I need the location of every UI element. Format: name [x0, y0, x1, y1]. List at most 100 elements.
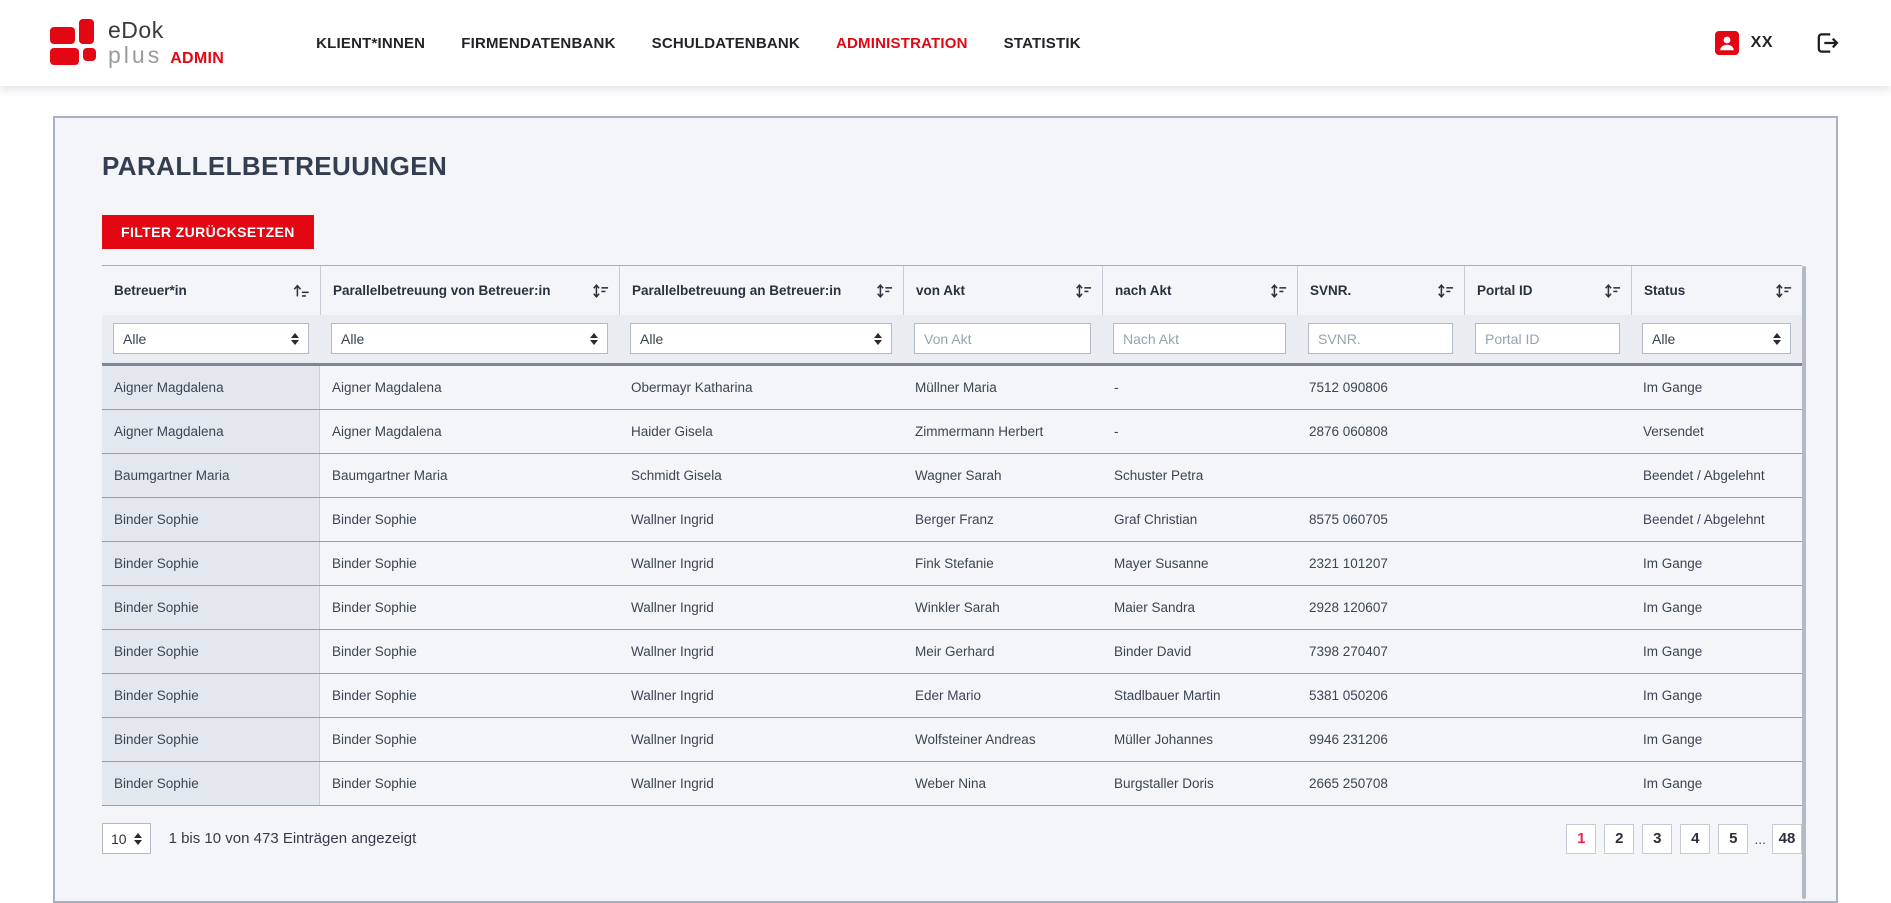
column-header[interactable]: Status — [1631, 266, 1802, 315]
table-row[interactable]: Binder SophieBinder SophieWallner Ingrid… — [102, 630, 1802, 674]
select-arrows-icon — [874, 333, 882, 345]
filter-cell — [903, 315, 1102, 363]
page-button[interactable]: 5 — [1718, 824, 1748, 854]
table-cell: Binder Sophie — [320, 542, 619, 585]
results-info: 1 bis 10 von 473 Einträgen angezeigt — [169, 830, 417, 847]
table-cell: Weber Nina — [903, 762, 1102, 805]
table-cell: Aigner Magdalena — [320, 366, 619, 409]
table-cell: 8575 060705 — [1297, 498, 1464, 541]
nav-item-schuldatenbank[interactable]: SCHULDATENBANK — [652, 35, 800, 52]
filter-cell — [1464, 315, 1631, 363]
select-arrows-icon — [134, 833, 142, 845]
table-cell: Aigner Magdalena — [102, 366, 320, 409]
column-header-label: von Akt — [916, 283, 965, 298]
table-cell: Wallner Ingrid — [619, 762, 903, 805]
table-cell: Binder Sophie — [102, 718, 320, 761]
column-header[interactable]: Betreuer*in — [102, 266, 320, 315]
user-icon[interactable] — [1715, 31, 1739, 55]
sort-icon — [591, 282, 609, 300]
filter-cell: Alle — [320, 315, 619, 363]
table-body: Aigner MagdalenaAigner MagdalenaObermayr… — [102, 366, 1802, 806]
table-cell: Baumgartner Maria — [102, 454, 320, 497]
table-cell: Binder Sophie — [102, 498, 320, 541]
select-arrows-icon — [1773, 333, 1781, 345]
page-button[interactable]: 48 — [1772, 824, 1802, 854]
sort-icon — [1603, 282, 1621, 300]
filter-select[interactable]: Alle — [113, 323, 309, 354]
table-cell: 2665 250708 — [1297, 762, 1464, 805]
page-button[interactable]: 4 — [1680, 824, 1710, 854]
table-cell: Binder Sophie — [102, 542, 320, 585]
select-arrows-icon — [590, 333, 598, 345]
table-cell: Wallner Ingrid — [619, 630, 903, 673]
table-row[interactable]: Binder SophieBinder SophieWallner Ingrid… — [102, 674, 1802, 718]
table-cell — [1464, 454, 1631, 497]
table-cell — [1464, 718, 1631, 761]
filter-cell: Alle — [102, 315, 320, 363]
table-cell: Im Gange — [1631, 366, 1802, 409]
table-cell: Eder Mario — [903, 674, 1102, 717]
topbar: eDok plus ADMIN KLIENT*INNEN FIRMENDATENB… — [0, 0, 1891, 86]
table-row[interactable]: Aigner MagdalenaAigner MagdalenaHaider G… — [102, 410, 1802, 454]
nav-item-administration[interactable]: ADMINISTRATION — [836, 35, 968, 52]
table-row[interactable]: Binder SophieBinder SophieWallner Ingrid… — [102, 762, 1802, 806]
filter-select[interactable]: Alle — [630, 323, 892, 354]
pagination-ellipsis: ... — [1754, 831, 1766, 847]
nav-item-statistik[interactable]: STATISTIK — [1004, 35, 1081, 52]
page-size-select[interactable]: 10 — [102, 823, 151, 854]
filter-select[interactable]: Alle — [331, 323, 608, 354]
table-cell: Wallner Ingrid — [619, 498, 903, 541]
table-cell: Binder Sophie — [320, 674, 619, 717]
table-cell: Binder Sophie — [320, 762, 619, 805]
table-cell — [1464, 410, 1631, 453]
table-row[interactable]: Baumgartner MariaBaumgartner MariaSchmid… — [102, 454, 1802, 498]
brand-logo[interactable]: eDok plus ADMIN — [50, 19, 224, 67]
table-cell: Wallner Ingrid — [619, 586, 903, 629]
table-cell: Wallner Ingrid — [619, 674, 903, 717]
page-button[interactable]: 1 — [1566, 824, 1596, 854]
table-cell: 5381 050206 — [1297, 674, 1464, 717]
filter-input[interactable] — [1308, 323, 1453, 354]
table-row[interactable]: Aigner MagdalenaAigner MagdalenaObermayr… — [102, 366, 1802, 410]
filter-input[interactable] — [1113, 323, 1286, 354]
column-header[interactable]: Parallelbetreuung von Betreuer:in — [320, 266, 619, 315]
column-header-label: Status — [1644, 283, 1685, 298]
column-header[interactable]: nach Akt — [1102, 266, 1297, 315]
table-row[interactable]: Binder SophieBinder SophieWallner Ingrid… — [102, 498, 1802, 542]
nav-item-firmendatenbank[interactable]: FIRMENDATENBANK — [461, 35, 615, 52]
column-header-label: SVNR. — [1310, 283, 1351, 298]
page-button[interactable]: 3 — [1642, 824, 1672, 854]
content-card: PARALLELBETREUUNGEN FILTER ZURÜCKSETZEN … — [53, 116, 1838, 903]
table-scrollbar[interactable] — [1802, 266, 1806, 899]
filter-input[interactable] — [1475, 323, 1620, 354]
sort-asc-icon — [292, 282, 310, 300]
table-row[interactable]: Binder SophieBinder SophieWallner Ingrid… — [102, 542, 1802, 586]
table-footer: 10 1 bis 10 von 473 Einträgen angezeigt … — [102, 806, 1802, 874]
sort-icon — [875, 282, 893, 300]
table-cell: Maier Sandra — [1102, 586, 1297, 629]
filter-input[interactable] — [914, 323, 1091, 354]
table-row[interactable]: Binder SophieBinder SophieWallner Ingrid… — [102, 718, 1802, 762]
edok-logo-icon — [50, 19, 100, 67]
page-title: PARALLELBETREUUNGEN — [102, 151, 1789, 182]
table-cell: Binder David — [1102, 630, 1297, 673]
table-row[interactable]: Binder SophieBinder SophieWallner Ingrid… — [102, 586, 1802, 630]
column-header[interactable]: Portal ID — [1464, 266, 1631, 315]
filter-cell: Alle — [619, 315, 903, 363]
table-cell: Wagner Sarah — [903, 454, 1102, 497]
nav-item-klient-innen[interactable]: KLIENT*INNEN — [316, 35, 425, 52]
column-header[interactable]: SVNR. — [1297, 266, 1464, 315]
column-header-label: Portal ID — [1477, 283, 1533, 298]
page-button[interactable]: 2 — [1604, 824, 1634, 854]
filter-reset-button[interactable]: FILTER ZURÜCKSETZEN — [102, 215, 314, 249]
filter-cell — [1297, 315, 1464, 363]
table-cell: Binder Sophie — [102, 674, 320, 717]
sort-icon — [1269, 282, 1287, 300]
table-cell: Meir Gerhard — [903, 630, 1102, 673]
filter-select[interactable]: Alle — [1642, 323, 1791, 354]
brand-plus: plus — [108, 44, 162, 67]
logout-button[interactable] — [1813, 29, 1841, 57]
table-cell — [1464, 542, 1631, 585]
column-header[interactable]: von Akt — [903, 266, 1102, 315]
column-header[interactable]: Parallelbetreuung an Betreuer:in — [619, 266, 903, 315]
